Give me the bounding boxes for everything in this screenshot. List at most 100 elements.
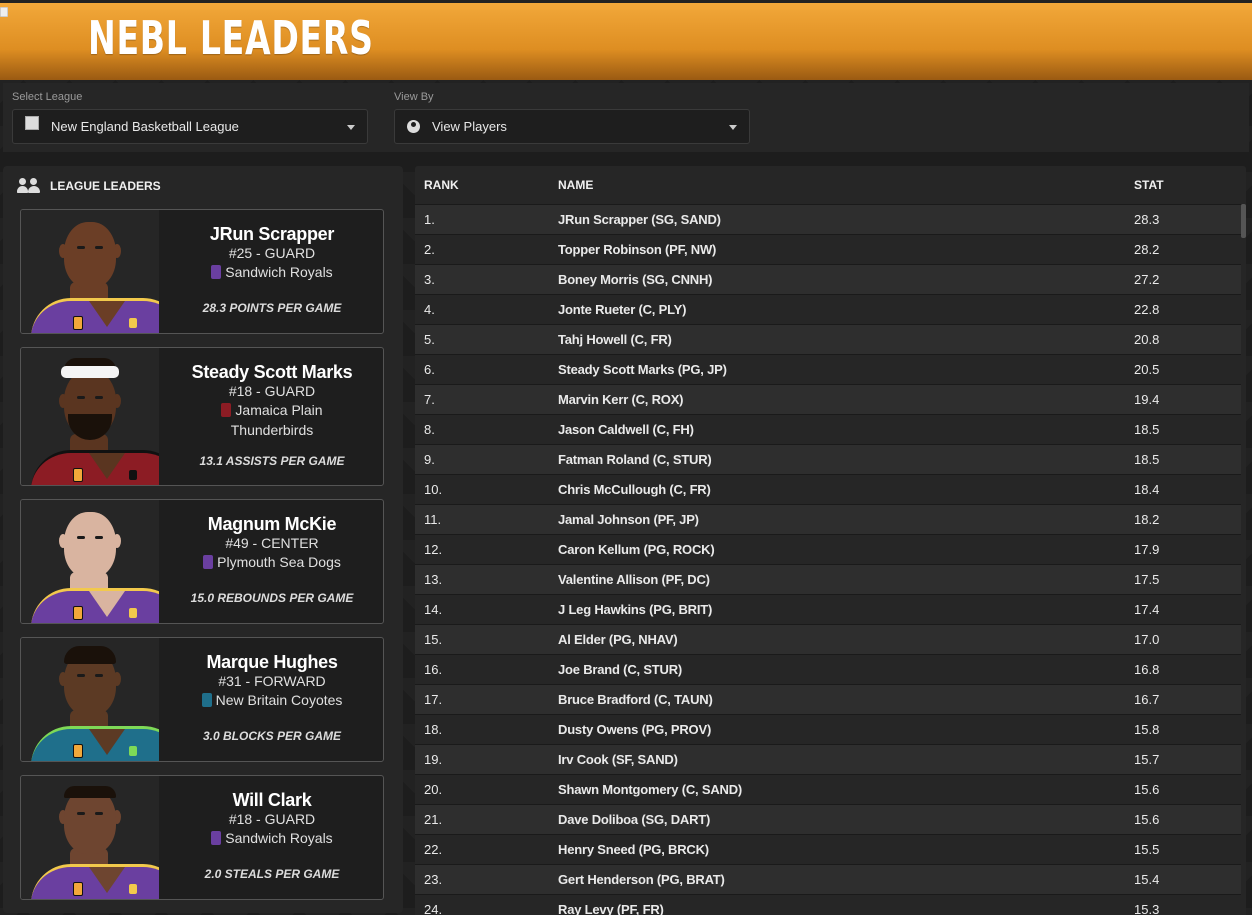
cell-name[interactable]: Fatman Roland (C, STUR) <box>558 452 712 467</box>
cell-rank: 1. <box>424 212 435 227</box>
table-row[interactable]: 3. Boney Morris (SG, CNNH) 27.2 <box>415 264 1246 294</box>
cell-rank: 22. <box>424 842 443 857</box>
cell-name[interactable]: Al Elder (PG, NHAV) <box>558 632 678 647</box>
league-badge-icon <box>73 468 83 482</box>
cell-rank: 12. <box>424 542 443 557</box>
table-row[interactable]: 12. Caron Kellum (PG, ROCK) 17.9 <box>415 534 1246 564</box>
cell-name[interactable]: Bruce Bradford (C, TAUN) <box>558 692 713 707</box>
broken-image-icon <box>0 7 8 17</box>
cell-name[interactable]: Henry Sneed (PG, BRCK) <box>558 842 709 857</box>
view-by-select[interactable]: View Players <box>394 109 750 144</box>
cell-name[interactable]: Gert Henderson (PG, BRAT) <box>558 872 725 887</box>
table-row[interactable]: 19. Irv Cook (SF, SAND) 15.7 <box>415 744 1246 774</box>
cell-stat: 18.4 <box>1134 482 1160 497</box>
cell-name[interactable]: Dusty Owens (PG, PROV) <box>558 722 711 737</box>
table-row[interactable]: 13. Valentine Allison (PF, DC) 17.5 <box>415 564 1246 594</box>
player-number-position: #49 - CENTER <box>225 535 319 551</box>
league-leaders-panel: LEAGUE LEADERS JRun Scrapper #25 - GUARD… <box>3 166 403 913</box>
cell-rank: 13. <box>424 572 443 587</box>
table-row[interactable]: 24. Ray Levy (PF, FR) 15.3 <box>415 894 1246 915</box>
table-row[interactable]: 14. J Leg Hawkins (PG, BRIT) 17.4 <box>415 594 1246 624</box>
table-row[interactable]: 22. Henry Sneed (PG, BRCK) 15.5 <box>415 834 1246 864</box>
leader-card[interactable]: Will Clark #18 - GUARD Sandwich Royals 2… <box>20 775 384 900</box>
table-row[interactable]: 23. Gert Henderson (PG, BRAT) 15.4 <box>415 864 1246 894</box>
cell-name[interactable]: Irv Cook (SF, SAND) <box>558 752 678 767</box>
cell-rank: 2. <box>424 242 435 257</box>
league-select[interactable]: New England Basketball League <box>12 109 368 144</box>
cell-stat: 18.5 <box>1134 452 1160 467</box>
cell-stat: 15.3 <box>1134 902 1160 915</box>
leaders-table: RANK NAME STAT 1. JRun Scrapper (SG, SAND… <box>415 166 1246 915</box>
cell-name[interactable]: Tahj Howell (C, FR) <box>558 332 672 347</box>
table-row[interactable]: 7. Marvin Kerr (C, ROX) 19.4 <box>415 384 1246 414</box>
table-row[interactable]: 20. Shawn Montgomery (C, SAND) 15.6 <box>415 774 1246 804</box>
cell-name[interactable]: Topper Robinson (PF, NW) <box>558 242 716 257</box>
cell-name[interactable]: Jonte Rueter (C, PLY) <box>558 302 686 317</box>
table-row[interactable]: 10. Chris McCullough (C, FR) 18.4 <box>415 474 1246 504</box>
cell-name[interactable]: Caron Kellum (PG, ROCK) <box>558 542 715 557</box>
player-team-line2: Thunderbirds <box>230 422 314 438</box>
player-team: Plymouth Sea Dogs <box>159 552 383 572</box>
table-row[interactable]: 21. Dave Doliboa (SG, DART) 15.6 <box>415 804 1246 834</box>
table-row[interactable]: 2. Topper Robinson (PF, NW) 28.2 <box>415 234 1246 264</box>
cell-stat: 22.8 <box>1134 302 1160 317</box>
table-row[interactable]: 15. Al Elder (PG, NHAV) 17.0 <box>415 624 1246 654</box>
table-row[interactable]: 6. Steady Scott Marks (PG, JP) 20.5 <box>415 354 1246 384</box>
cell-name[interactable]: Chris McCullough (C, FR) <box>558 482 711 497</box>
table-row[interactable]: 5. Tahj Howell (C, FR) 20.8 <box>415 324 1246 354</box>
cell-name[interactable]: Shawn Montgomery (C, SAND) <box>558 782 742 797</box>
table-row[interactable]: 8. Jason Caldwell (C, FH) 18.5 <box>415 414 1246 444</box>
cell-stat: 17.4 <box>1134 602 1160 617</box>
cell-stat: 20.5 <box>1134 362 1160 377</box>
cell-name[interactable]: J Leg Hawkins (PG, BRIT) <box>558 602 712 617</box>
cell-name[interactable]: Dave Doliboa (SG, DART) <box>558 812 710 827</box>
cell-name[interactable]: Jamal Johnson (PF, JP) <box>558 512 699 527</box>
cell-stat: 17.5 <box>1134 572 1160 587</box>
leader-card[interactable]: Marque Hughes #31 - FORWARD New Britain … <box>20 637 384 762</box>
column-header-stat[interactable]: STAT <box>1134 178 1164 192</box>
cell-stat: 28.2 <box>1134 242 1160 257</box>
cell-name[interactable]: Steady Scott Marks (PG, JP) <box>558 362 727 377</box>
table-row[interactable]: 11. Jamal Johnson (PF, JP) 18.2 <box>415 504 1246 534</box>
cell-name[interactable]: Marvin Kerr (C, ROX) <box>558 392 684 407</box>
league-logo-icon <box>25 115 39 130</box>
cell-name[interactable]: Valentine Allison (PF, DC) <box>558 572 710 587</box>
leader-card[interactable]: Steady Scott Marks #18 - GUARD Jamaica P… <box>20 347 384 486</box>
table-scrollbar[interactable] <box>1241 204 1246 915</box>
scrollbar-thumb[interactable] <box>1241 204 1246 238</box>
team-coyote-icon <box>129 746 137 756</box>
stat-label: 13.1 ASSISTS PER GAME <box>199 454 345 468</box>
cell-rank: 5. <box>424 332 435 347</box>
cell-name[interactable]: JRun Scrapper (SG, SAND) <box>558 212 721 227</box>
cell-rank: 14. <box>424 602 443 617</box>
table-row[interactable]: 4. Jonte Rueter (C, PLY) 22.8 <box>415 294 1246 324</box>
view-select-label: View By <box>394 91 434 103</box>
player-number-position: #18 - GUARD <box>228 383 316 399</box>
cell-stat: 17.0 <box>1134 632 1160 647</box>
table-row[interactable]: 17. Bruce Bradford (C, TAUN) 16.7 <box>415 684 1246 714</box>
page-title: NEBL LEADERS <box>88 11 374 65</box>
column-header-name[interactable]: NAME <box>558 178 593 192</box>
team-logo-icon <box>211 831 222 845</box>
leader-card[interactable]: JRun Scrapper #25 - GUARD Sandwich Royal… <box>20 209 384 334</box>
cell-stat: 28.3 <box>1134 212 1160 227</box>
player-portrait <box>21 638 159 761</box>
cell-rank: 6. <box>424 362 435 377</box>
player-team: Sandwich Royals <box>159 828 383 848</box>
league-badge-icon <box>73 882 83 896</box>
cell-name[interactable]: Ray Levy (PF, FR) <box>558 902 664 915</box>
column-header-rank[interactable]: RANK <box>424 178 459 192</box>
table-row[interactable]: 16. Joe Brand (C, STUR) 16.8 <box>415 654 1246 684</box>
cell-stat: 20.8 <box>1134 332 1160 347</box>
cell-name[interactable]: Jason Caldwell (C, FH) <box>558 422 694 437</box>
table-row[interactable]: 1. JRun Scrapper (SG, SAND) 28.3 <box>415 204 1246 234</box>
cell-name[interactable]: Joe Brand (C, STUR) <box>558 662 682 677</box>
cell-stat: 15.5 <box>1134 842 1160 857</box>
chevron-down-icon <box>347 125 355 130</box>
table-row[interactable]: 9. Fatman Roland (C, STUR) 18.5 <box>415 444 1246 474</box>
cell-name[interactable]: Boney Morris (SG, CNNH) <box>558 272 713 287</box>
cell-rank: 23. <box>424 872 443 887</box>
leader-card[interactable]: Magnum McKie #49 - CENTER Plymouth Sea D… <box>20 499 384 624</box>
table-row[interactable]: 18. Dusty Owens (PG, PROV) 15.8 <box>415 714 1246 744</box>
league-select-label: Select League <box>12 91 83 103</box>
